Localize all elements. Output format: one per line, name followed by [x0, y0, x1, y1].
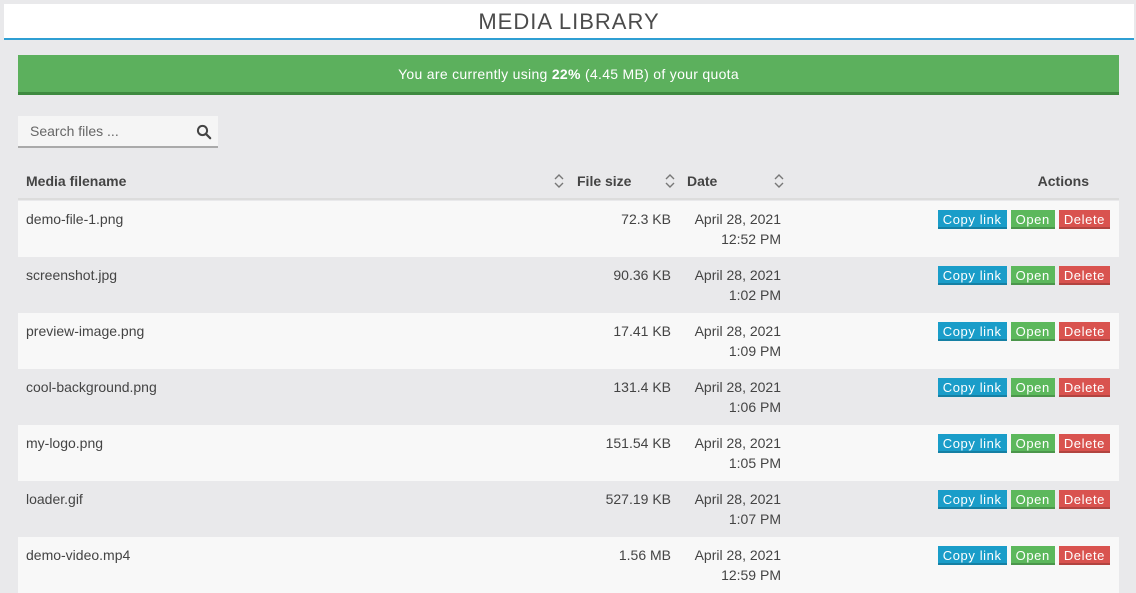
column-header-size[interactable]: File size [577, 164, 631, 198]
sort-icon[interactable] [664, 173, 676, 189]
file-date-day: April 28, 2021 [694, 323, 781, 339]
file-date: April 28, 2021 1:07 PM [695, 489, 781, 529]
file-size: 131.4 KB [613, 379, 671, 395]
delete-button[interactable]: Delete [1058, 322, 1110, 341]
file-size: 17.41 KB [613, 323, 671, 339]
column-header-date[interactable]: Date [687, 164, 717, 198]
quota-text-suffix: (4.45 MB) of your quota [580, 66, 739, 82]
file-date-day: April 28, 2021 [694, 547, 781, 563]
file-date: April 28, 2021 1:09 PM [695, 321, 781, 361]
search-icon[interactable] [196, 124, 212, 140]
delete-button[interactable]: Delete [1058, 266, 1110, 285]
open-button[interactable]: Open [1010, 266, 1055, 285]
file-date-time: 1:09 PM [728, 343, 781, 359]
file-date: April 28, 2021 1:02 PM [695, 265, 781, 305]
open-button[interactable]: Open [1010, 210, 1055, 229]
open-button[interactable]: Open [1010, 378, 1055, 397]
copy-link-button[interactable]: Copy link [937, 210, 1007, 229]
file-date: April 28, 2021 12:52 PM [695, 209, 781, 249]
file-date-time: 1:07 PM [728, 511, 781, 527]
media-table-body: demo-file-1.png 72.3 KB April 28, 2021 12… [18, 201, 1119, 593]
file-date-day: April 28, 2021 [694, 211, 781, 227]
media-filename: screenshot.jpg [26, 267, 118, 283]
file-date: April 28, 2021 1:06 PM [695, 377, 781, 417]
media-filename: demo-video.mp4 [26, 547, 131, 563]
media-filename: loader.gif [26, 491, 83, 507]
file-date-day: April 28, 2021 [694, 435, 781, 451]
file-date: April 28, 2021 1:05 PM [695, 433, 781, 473]
delete-button[interactable]: Delete [1058, 210, 1110, 229]
table-row: demo-video.mp4 1.56 MB April 28, 2021 12:… [18, 537, 1119, 593]
quota-banner: You are currently using 22% (4.45 MB) of… [18, 55, 1119, 95]
file-date-time: 1:06 PM [728, 399, 781, 415]
page-header: MEDIA LIBRARY [4, 4, 1134, 40]
open-button[interactable]: Open [1010, 546, 1055, 565]
copy-link-button[interactable]: Copy link [937, 490, 1007, 509]
copy-link-button[interactable]: Copy link [937, 378, 1007, 397]
media-filename: preview-image.png [26, 323, 145, 339]
page-title: MEDIA LIBRARY [478, 9, 660, 34]
file-date: April 28, 2021 12:59 PM [695, 545, 781, 585]
media-filename: my-logo.png [26, 435, 104, 451]
table-row: demo-file-1.png 72.3 KB April 28, 2021 12… [18, 201, 1119, 257]
media-filename: cool-background.png [26, 379, 157, 395]
copy-link-button[interactable]: Copy link [937, 322, 1007, 341]
file-date-day: April 28, 2021 [694, 491, 781, 507]
open-button[interactable]: Open [1010, 322, 1055, 341]
file-date-time: 1:05 PM [728, 455, 781, 471]
row-actions: Copy link Open Delete [937, 546, 1110, 565]
file-date-day: April 28, 2021 [694, 267, 781, 283]
table-row: preview-image.png 17.41 KB April 28, 202… [18, 313, 1119, 369]
file-date-day: April 28, 2021 [694, 379, 781, 395]
file-size: 151.54 KB [605, 435, 671, 451]
copy-link-button[interactable]: Copy link [937, 434, 1007, 453]
search-input[interactable] [18, 116, 188, 146]
open-button[interactable]: Open [1010, 490, 1055, 509]
table-header: Media filename File size Date Actions [18, 164, 1119, 200]
quota-percent: 22% [551, 66, 581, 82]
delete-button[interactable]: Delete [1058, 434, 1110, 453]
row-actions: Copy link Open Delete [937, 210, 1110, 229]
media-filename: demo-file-1.png [26, 211, 124, 227]
sort-icon[interactable] [553, 173, 565, 189]
table-row: screenshot.jpg 90.36 KB April 28, 2021 1:… [18, 257, 1119, 313]
table-row: my-logo.png 151.54 KB April 28, 2021 1:05… [18, 425, 1119, 481]
column-header-filename[interactable]: Media filename [26, 164, 126, 198]
row-actions: Copy link Open Delete [937, 434, 1110, 453]
file-size: 1.56 MB [618, 547, 671, 563]
file-date-time: 1:02 PM [728, 287, 781, 303]
copy-link-button[interactable]: Copy link [937, 266, 1007, 285]
file-size: 72.3 KB [621, 211, 671, 227]
delete-button[interactable]: Delete [1058, 378, 1110, 397]
column-header-actions: Actions [1037, 173, 1089, 189]
delete-button[interactable]: Delete [1058, 490, 1110, 509]
row-actions: Copy link Open Delete [937, 378, 1110, 397]
quota-text-prefix: You are currently using [398, 66, 552, 82]
table-row: cool-background.png 131.4 KB April 28, 2… [18, 369, 1119, 425]
file-size: 90.36 KB [613, 267, 671, 283]
sort-icon[interactable] [773, 173, 785, 189]
table-row: loader.gif 527.19 KB April 28, 2021 1:07 … [18, 481, 1119, 537]
delete-button[interactable]: Delete [1058, 546, 1110, 565]
file-date-time: 12:52 PM [721, 231, 781, 247]
row-actions: Copy link Open Delete [937, 322, 1110, 341]
file-date-time: 12:59 PM [721, 567, 781, 583]
search-box [18, 116, 218, 148]
row-actions: Copy link Open Delete [937, 490, 1110, 509]
file-size: 527.19 KB [605, 491, 671, 507]
copy-link-button[interactable]: Copy link [937, 546, 1007, 565]
open-button[interactable]: Open [1010, 434, 1055, 453]
row-actions: Copy link Open Delete [937, 266, 1110, 285]
